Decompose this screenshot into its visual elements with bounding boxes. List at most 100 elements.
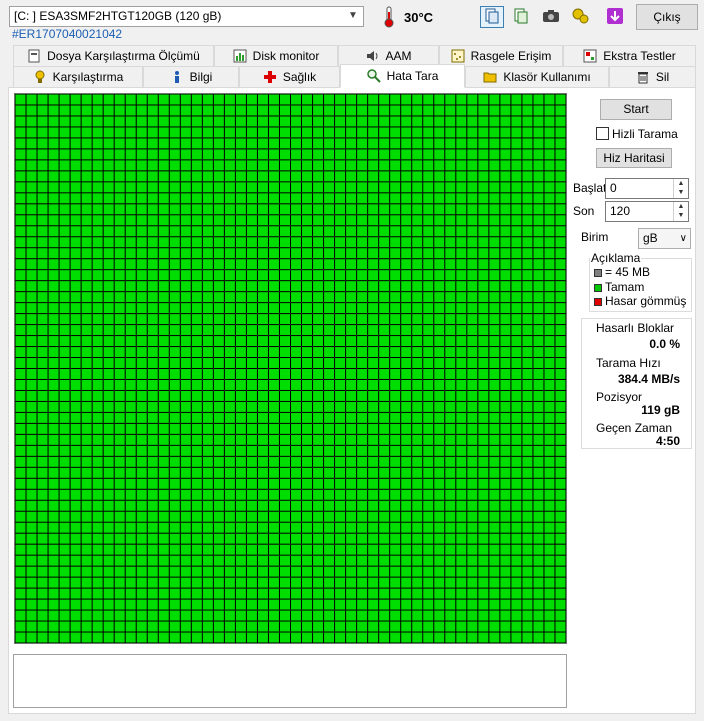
block-cell (500, 281, 511, 292)
start-button[interactable]: Start (600, 99, 672, 120)
block-cell (26, 588, 37, 599)
tab-erase[interactable]: Sil (609, 66, 696, 88)
block-cell (224, 127, 235, 138)
block-cell (213, 632, 224, 643)
block-cell (423, 621, 434, 632)
block-cell (125, 314, 136, 325)
tab-benchmark[interactable]: Karşılaştırma (13, 66, 143, 88)
speed-map-button[interactable]: Hiz Haritasi (596, 148, 672, 168)
block-cell (202, 182, 213, 193)
block-cell (478, 270, 489, 281)
block-cell (522, 588, 533, 599)
block-cell (335, 138, 346, 149)
block-cell (103, 303, 114, 314)
block-cell (478, 215, 489, 226)
block-cell (37, 412, 48, 423)
block-cell (401, 237, 412, 248)
copy-html-button[interactable] (509, 6, 533, 28)
spinner-arrows-icon[interactable]: ▲ ▼ (673, 202, 688, 221)
block-cell (15, 347, 26, 358)
block-cell (92, 588, 103, 599)
block-cell (555, 511, 566, 522)
block-cell (213, 270, 224, 281)
block-cell (522, 116, 533, 127)
block-cell (544, 555, 555, 566)
tab-label: Disk monitor (252, 49, 320, 63)
block-cell (434, 522, 445, 533)
block-cell (401, 127, 412, 138)
block-cell (180, 566, 191, 577)
screenshot-button[interactable] (539, 6, 563, 28)
block-cell (48, 423, 59, 434)
block-cell (390, 610, 401, 621)
block-cell (59, 193, 70, 204)
block-cell (136, 379, 147, 390)
download-button[interactable] (603, 6, 627, 28)
block-cell (423, 171, 434, 182)
block-cell (357, 149, 368, 160)
block-cell (169, 347, 180, 358)
block-cell (125, 369, 136, 379)
block-cell (555, 215, 566, 226)
block-cell (114, 467, 125, 478)
block-cell (313, 259, 324, 270)
tab-file-benchmark[interactable]: Dosya Karşılaştırma Ölçümü (13, 45, 214, 67)
block-cell (59, 358, 70, 368)
block-cell (412, 237, 423, 248)
block-cell (37, 94, 48, 105)
block-cell (158, 138, 169, 149)
drive-select[interactable]: [C: ] ESA3SMF2HTGT120GB (120 gB) ▼ (9, 6, 364, 27)
copy-text-button[interactable] (480, 6, 504, 28)
settings-button[interactable] (568, 6, 592, 28)
block-cell (235, 160, 246, 171)
block-cell (70, 566, 81, 577)
block-cell (456, 237, 467, 248)
block-cell (533, 281, 544, 292)
block-cell (103, 467, 114, 478)
block-cell (390, 193, 401, 204)
block-cell (180, 610, 191, 621)
block-cell (224, 281, 235, 292)
tab-folder-usage[interactable]: Klasör Kullanımı (465, 66, 609, 88)
block-cell (246, 303, 257, 314)
block-cell (279, 248, 290, 259)
block-cell (346, 127, 357, 138)
legend-title: Açıklama (590, 251, 642, 265)
block-cell (279, 544, 290, 555)
tab-error-scan[interactable]: Hata Tara (340, 64, 465, 88)
block-cell (147, 193, 158, 204)
exit-button[interactable]: Çıkış (636, 4, 698, 30)
start-position-input[interactable]: 0 ▲ ▼ (605, 178, 689, 199)
tab-info[interactable]: Bilgi (143, 66, 239, 88)
block-cell (401, 281, 412, 292)
block-cell (224, 193, 235, 204)
block-cell (379, 522, 390, 533)
tab-health[interactable]: Sağlık (239, 66, 340, 88)
block-cell (246, 160, 257, 171)
block-cell (103, 379, 114, 390)
end-position-input[interactable]: 120 ▲ ▼ (605, 201, 689, 222)
block-cell (246, 632, 257, 643)
block-cell (423, 533, 434, 544)
block-cell (59, 522, 70, 533)
block-cell (37, 270, 48, 281)
block-cell (158, 456, 169, 467)
tab-disk-monitor[interactable]: Disk monitor (214, 45, 338, 67)
block-cell (368, 248, 379, 259)
block-cell (456, 270, 467, 281)
block-cell (445, 577, 456, 588)
block-cell (401, 314, 412, 325)
block-cell (257, 270, 268, 281)
tab-label: Rasgele Erişim (470, 49, 552, 63)
unit-select[interactable]: gB ∨ (638, 228, 691, 249)
tab-extra-tests[interactable]: Ekstra Testler (563, 45, 696, 67)
block-cell (346, 390, 357, 401)
spinner-arrows-icon[interactable]: ▲ ▼ (673, 179, 688, 198)
quick-scan-checkbox[interactable] (596, 127, 609, 140)
block-cell (423, 412, 434, 423)
block-cell (147, 445, 158, 456)
block-cell (456, 478, 467, 489)
block-cell (423, 226, 434, 237)
block-cell (158, 379, 169, 390)
block-cell (158, 577, 169, 588)
